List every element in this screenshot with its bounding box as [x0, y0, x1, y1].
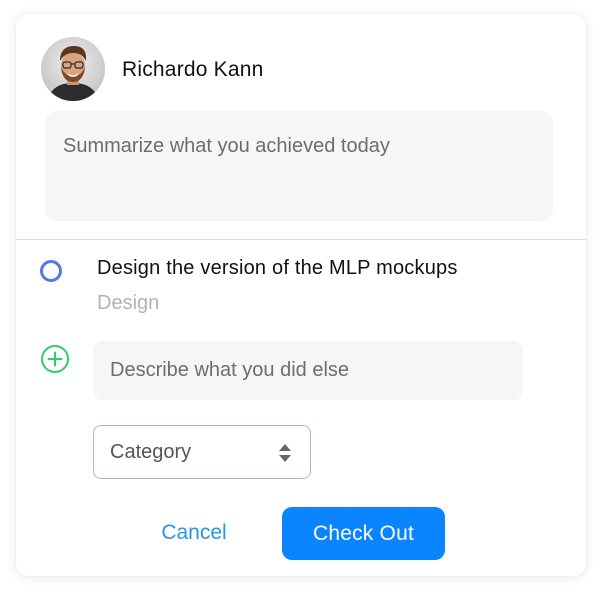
task-status-radio[interactable]: [40, 260, 62, 282]
category-select[interactable]: Category: [93, 425, 311, 479]
cancel-button[interactable]: Cancel: [146, 507, 242, 559]
add-task-button[interactable]: [40, 344, 70, 374]
check-out-button[interactable]: Check Out: [282, 507, 445, 560]
summary-input[interactable]: [45, 111, 553, 221]
plus-circle-icon: [41, 345, 69, 373]
user-name: Richardo Kann: [122, 58, 264, 81]
updown-arrows-icon: [279, 444, 291, 462]
checkout-card: Richardo Kann Design the version of the …: [16, 14, 586, 576]
divider: [16, 239, 586, 240]
category-select-label: Category: [110, 441, 192, 463]
task-category: Design: [97, 292, 160, 314]
task-title: Design the version of the MLP mockups: [97, 257, 458, 279]
user-avatar-photo: [41, 37, 105, 101]
avatar: [41, 37, 105, 101]
describe-else-input[interactable]: [93, 341, 523, 400]
